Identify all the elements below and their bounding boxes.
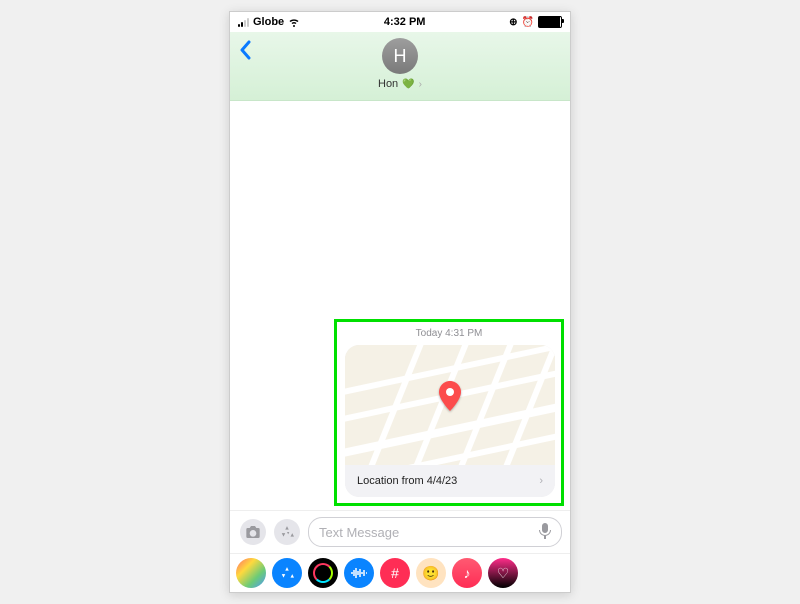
camera-button[interactable] (240, 519, 266, 545)
app-store-button[interactable] (274, 519, 300, 545)
dock-audio-app[interactable] (344, 558, 374, 588)
tutorial-highlight: Today 4:31 PM (334, 319, 564, 506)
heart-icon: 💚 (402, 79, 414, 90)
message-input[interactable]: Text Message (308, 517, 562, 547)
location-label: Location from 4/4/23 (357, 475, 457, 487)
dock-appstore-app[interactable] (272, 558, 302, 588)
contact-name: Hon (378, 78, 398, 90)
chevron-right-icon: › (419, 79, 422, 90)
conversation-body[interactable]: Today 4:31 PM (230, 101, 570, 510)
outgoing-message: Location from 4/4/23 › (343, 345, 555, 497)
dock-fitness-app[interactable] (308, 558, 338, 588)
chevron-right-icon: › (539, 475, 543, 487)
compose-bar: Text Message (230, 510, 570, 553)
message-placeholder: Text Message (319, 525, 399, 540)
dock-photos-app[interactable] (236, 558, 266, 588)
map-preview (345, 345, 555, 465)
alarm-icon: ⏰ (522, 17, 534, 28)
microphone-icon[interactable] (539, 523, 551, 542)
location-footer: Location from 4/4/23 › (345, 465, 555, 497)
signal-bars-icon (238, 18, 249, 27)
message-timestamp: Today 4:31 PM (343, 328, 555, 339)
status-right: ⊕ ⏰ (509, 16, 562, 28)
back-button[interactable] (238, 40, 252, 60)
contact-info-button[interactable]: Hon 💚 › (238, 78, 562, 90)
map-pin-icon (439, 381, 461, 411)
dock-memoji-app[interactable]: 🙂 (416, 558, 446, 588)
imessage-app-dock[interactable]: # 🙂 ♪ ♡ (230, 553, 570, 592)
status-bar: Globe 4:32 PM ⊕ ⏰ (230, 12, 570, 32)
dock-music-app[interactable]: ♪ (452, 558, 482, 588)
carrier-label: Globe (253, 16, 284, 28)
dock-extra-app[interactable]: ♡ (488, 558, 518, 588)
wifi-icon (288, 16, 300, 28)
status-left: Globe (238, 16, 300, 28)
dock-hashtag-app[interactable]: # (380, 558, 410, 588)
conversation-header: H Hon 💚 › (230, 32, 570, 101)
contact-avatar[interactable]: H (382, 38, 418, 74)
orientation-lock-icon: ⊕ (509, 17, 517, 28)
status-time: 4:32 PM (384, 16, 426, 28)
battery-icon (538, 16, 562, 28)
location-attachment[interactable]: Location from 4/4/23 › (345, 345, 555, 497)
messages-screen: Globe 4:32 PM ⊕ ⏰ H Hon 💚 › Today (229, 11, 571, 593)
avatar-initial: H (394, 46, 407, 67)
